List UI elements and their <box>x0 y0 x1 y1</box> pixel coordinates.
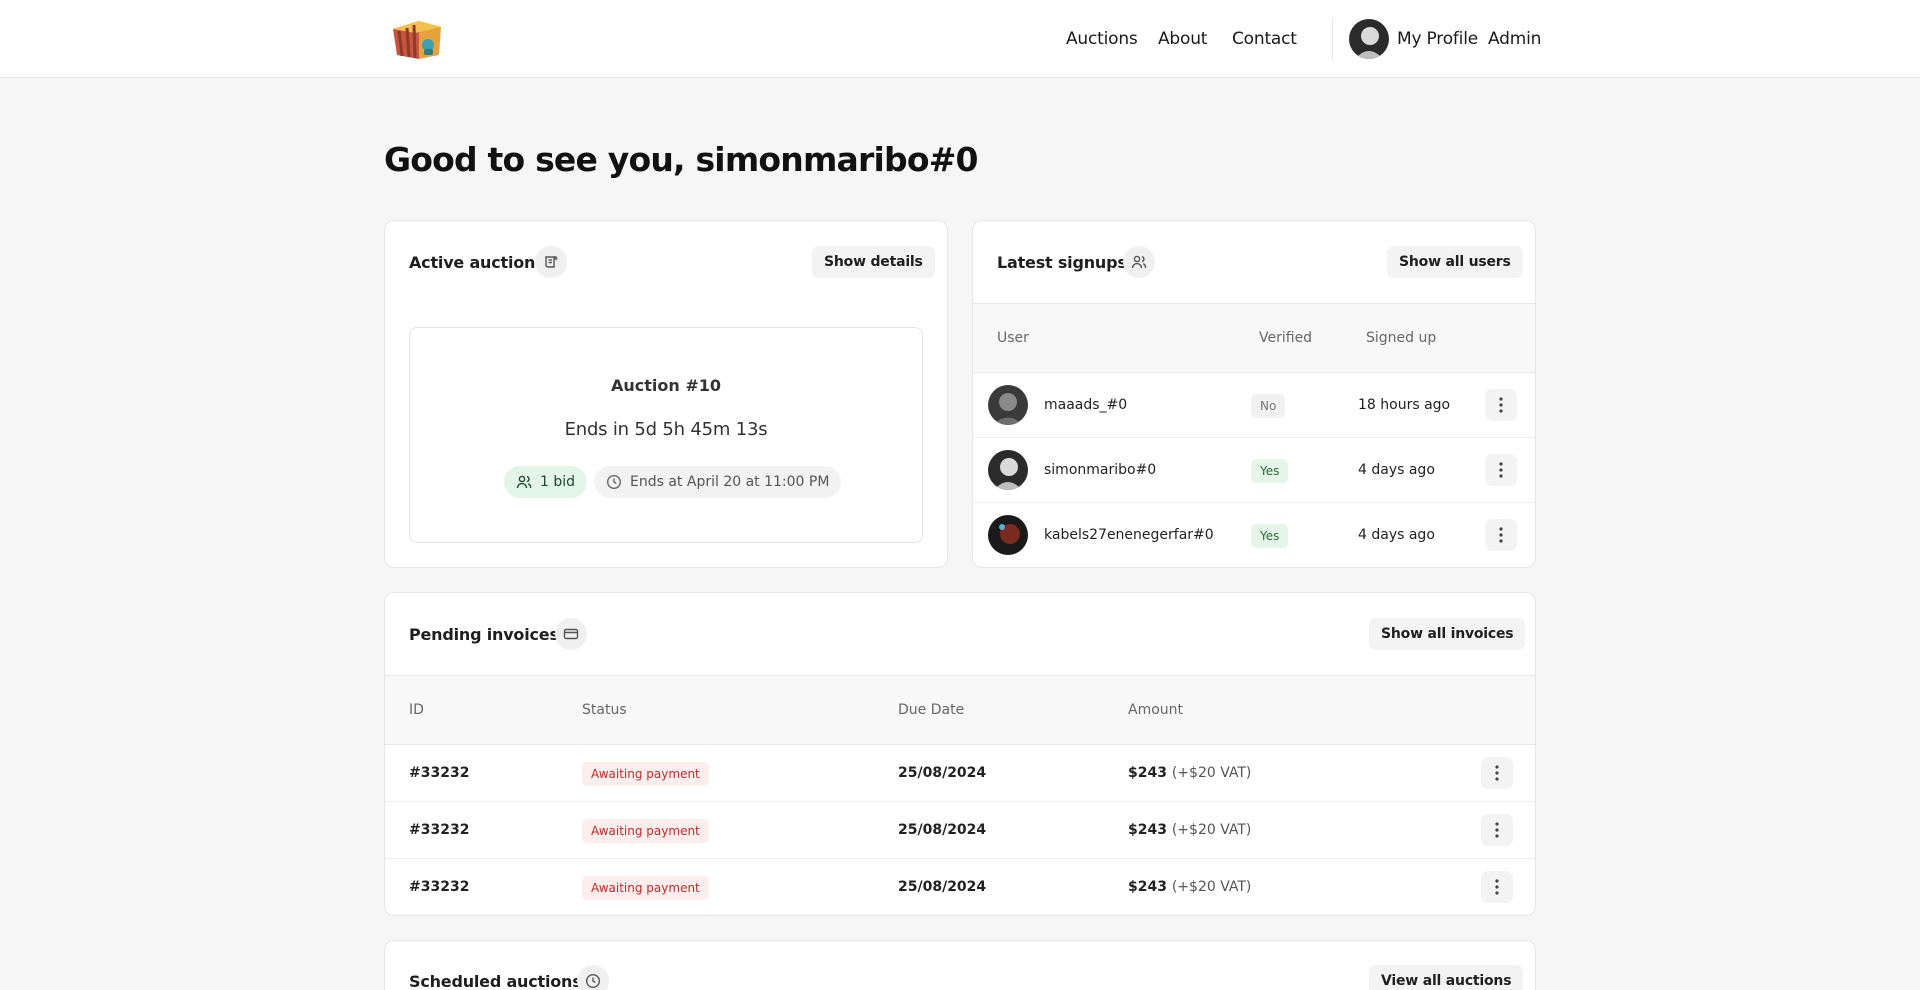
signup-time: 4 days ago <box>1358 527 1435 543</box>
scheduled-auctions-card: Scheduled auctions View all auctions <box>384 940 1536 990</box>
column-amount: Amount <box>1128 702 1184 718</box>
active-auction-title: Active auction <box>409 253 536 272</box>
users-icon <box>1123 246 1155 278</box>
clock-icon <box>577 965 609 990</box>
table-row[interactable]: #33232 Awaiting payment 25/08/2024 $243 … <box>385 745 1535 802</box>
column-user: User <box>997 330 1029 346</box>
nav-auctions-link[interactable]: Auctions <box>1066 29 1138 49</box>
nav-about-link[interactable]: About <box>1158 29 1207 49</box>
status-badge: Awaiting payment <box>582 762 709 786</box>
row-menu-icon[interactable] <box>1481 871 1513 903</box>
table-row[interactable]: #33232 Awaiting payment 25/08/2024 $243 … <box>385 859 1535 915</box>
avatar <box>988 515 1028 555</box>
auction-summary-box[interactable]: Auction #10 Ends in 5d 5h 45m 13s 1 bid … <box>409 327 923 543</box>
column-due-date: Due Date <box>898 702 965 718</box>
signups-table-header: User Verified Signed up <box>973 303 1535 373</box>
nav-admin[interactable]: Admin <box>1488 0 1541 78</box>
invoice-id: #33232 <box>409 879 470 895</box>
auction-name: Auction #10 <box>610 376 721 395</box>
invoice-amount-value: $243 <box>1128 879 1167 895</box>
invoice-due-date: 25/08/2024 <box>898 765 987 781</box>
active-auction-card: Active auction Show details Auction #10 … <box>384 220 948 568</box>
verified-badge: Yes <box>1251 459 1289 483</box>
show-all-invoices-button[interactable]: Show all invoices <box>1369 618 1526 650</box>
invoice-amount-value: $243 <box>1128 822 1167 838</box>
logo-icon[interactable] <box>389 15 445 63</box>
show-all-users-button[interactable]: Show all users <box>1387 246 1523 278</box>
nav-profile[interactable]: My Profile <box>1349 0 1478 78</box>
bid-count-pill: 1 bid <box>504 466 588 498</box>
signup-username: maaads_#0 <box>1044 397 1128 413</box>
scheduled-auctions-title: Scheduled auctions <box>409 972 582 990</box>
column-id: ID <box>409 702 424 718</box>
invoice-amount-value: $243 <box>1128 765 1167 781</box>
column-signed-up: Signed up <box>1366 330 1437 346</box>
invoice-id: #33232 <box>409 822 470 838</box>
invoices-table-header: ID Status Due Date Amount <box>385 675 1535 745</box>
page-title: Good to see you, simonmaribo#0 <box>384 140 979 179</box>
clock-icon <box>606 474 622 490</box>
scroll-icon <box>535 246 567 278</box>
signup-time: 18 hours ago <box>1358 397 1451 413</box>
table-row[interactable]: maaads_#0 No 18 hours ago <box>973 373 1535 438</box>
table-row[interactable]: #33232 Awaiting payment 25/08/2024 $243 … <box>385 802 1535 859</box>
latest-signups-title: Latest signups <box>997 253 1127 272</box>
show-details-button[interactable]: Show details <box>812 246 935 278</box>
auction-end-time: Ends at April 20 at 11:00 PM <box>630 474 830 490</box>
nav-contact[interactable]: Contact <box>1232 0 1297 78</box>
avatar <box>988 450 1028 490</box>
signup-time: 4 days ago <box>1358 462 1435 478</box>
status-badge: Awaiting payment <box>582 876 709 900</box>
view-all-auctions-button[interactable]: View all auctions <box>1369 965 1524 990</box>
auction-end-pill: Ends at April 20 at 11:00 PM <box>594 466 842 498</box>
credit-card-icon <box>555 618 587 650</box>
nav-auctions[interactable]: Auctions <box>1066 0 1138 78</box>
row-menu-icon[interactable] <box>1485 454 1517 486</box>
table-row[interactable]: kabels27enenegerfar#0 Yes 4 days ago <box>973 503 1535 567</box>
pending-invoices-title: Pending invoices <box>409 625 559 644</box>
column-verified: Verified <box>1259 330 1313 346</box>
status-badge: Awaiting payment <box>582 819 709 843</box>
top-navigation-bar: Auctions About Contact My Profile Admin <box>0 0 1920 78</box>
invoice-due-date: 25/08/2024 <box>898 879 987 895</box>
pending-invoices-card: Pending invoices Show all invoices ID St… <box>384 592 1536 916</box>
signup-username: kabels27enenegerfar#0 <box>1044 527 1214 543</box>
nav-contact-link[interactable]: Contact <box>1232 29 1297 49</box>
bid-count: 1 bid <box>540 474 576 490</box>
row-menu-icon[interactable] <box>1485 519 1517 551</box>
verified-badge: No <box>1251 394 1286 418</box>
nav-divider <box>1332 19 1333 59</box>
invoice-amount: $243 (+$20 VAT) <box>1128 822 1251 838</box>
invoice-amount: $243 (+$20 VAT) <box>1128 879 1251 895</box>
column-status: Status <box>582 702 627 718</box>
table-row[interactable]: simonmaribo#0 Yes 4 days ago <box>973 438 1535 503</box>
invoice-due-date: 25/08/2024 <box>898 822 987 838</box>
nav-admin-link[interactable]: Admin <box>1488 29 1541 49</box>
profile-avatar[interactable] <box>1349 19 1389 59</box>
invoice-id: #33232 <box>409 765 470 781</box>
row-menu-icon[interactable] <box>1481 814 1513 846</box>
users-icon <box>516 475 532 489</box>
invoice-vat: (+$20 VAT) <box>1171 822 1252 838</box>
verified-badge: Yes <box>1251 524 1289 548</box>
latest-signups-card: Latest signups Show all users User Verif… <box>972 220 1536 568</box>
signup-username: simonmaribo#0 <box>1044 462 1157 478</box>
nav-profile-link[interactable]: My Profile <box>1397 29 1478 49</box>
nav-about[interactable]: About <box>1158 0 1207 78</box>
invoice-vat: (+$20 VAT) <box>1171 879 1252 895</box>
row-menu-icon[interactable] <box>1485 389 1517 421</box>
row-menu-icon[interactable] <box>1481 757 1513 789</box>
invoice-amount: $243 (+$20 VAT) <box>1128 765 1251 781</box>
avatar <box>988 385 1028 425</box>
auction-countdown: Ends in 5d 5h 45m 13s <box>564 419 768 440</box>
invoice-vat: (+$20 VAT) <box>1171 765 1252 781</box>
